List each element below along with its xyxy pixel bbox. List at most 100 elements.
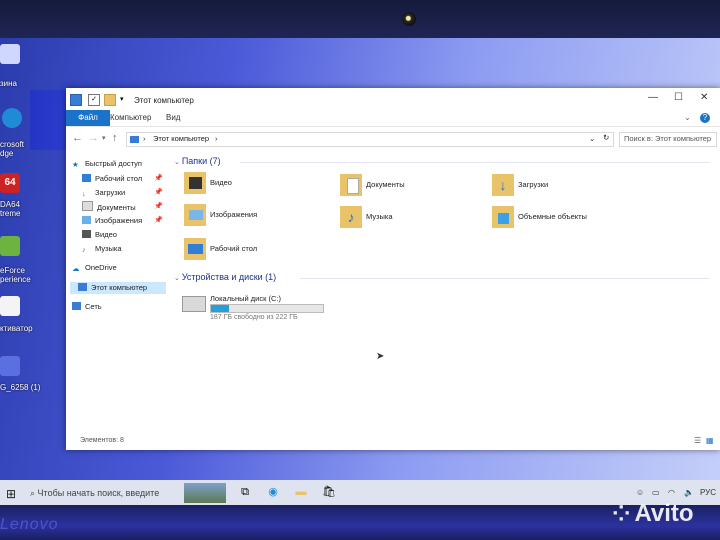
breadcrumb[interactable]: Этот компьютер xyxy=(153,134,209,143)
desktop-icon-label: G_6258 (1) xyxy=(0,383,41,392)
help-icon[interactable]: ? xyxy=(700,113,710,123)
taskbar-search-input[interactable]: ⌕ Чтобы начать поиск, введите xyxy=(30,483,180,503)
folder-3d-objects[interactable]: Объемные объекты xyxy=(492,206,642,236)
folder-video[interactable]: Видео xyxy=(184,172,334,202)
download-icon: ↓ xyxy=(82,189,86,198)
sidebar-item-quick-access[interactable]: ★ Быстрый доступ xyxy=(72,158,142,170)
up-arrow-icon[interactable]: ↑ xyxy=(112,132,118,144)
search-input[interactable]: Поиск в: Этот компьютер xyxy=(619,132,717,147)
avito-dots-icon: ⁘ xyxy=(612,501,631,526)
window-title: Этот компьютер xyxy=(134,96,194,105)
laptop-brand-logo: Lenovo xyxy=(0,516,59,533)
file-icon[interactable] xyxy=(0,296,20,316)
sidebar-item-network[interactable]: Сеть xyxy=(72,301,102,313)
desktop-icon-label: DA64 treme xyxy=(0,200,21,218)
volume-icon[interactable]: 🔈 xyxy=(684,488,694,497)
sidebar-item-onedrive[interactable]: ☁ OneDrive xyxy=(72,262,117,274)
cloud-icon: ☁ xyxy=(72,264,80,273)
sidebar-item-desktop[interactable]: Рабочий стол xyxy=(82,173,142,185)
folder-desktop[interactable]: Рабочий стол xyxy=(184,238,334,268)
details-view-icon[interactable]: ☰ xyxy=(694,436,701,445)
quick-access-dropdown-icon[interactable]: ▾ xyxy=(120,95,124,103)
sidebar-item-this-pc[interactable]: Этот компьютер xyxy=(70,282,166,294)
status-bar: Элементов: 8 xyxy=(80,437,124,444)
video-icon xyxy=(82,230,91,238)
folder-documents[interactable]: Документы xyxy=(340,174,490,204)
desktop-icon-label: crosoft dge xyxy=(0,140,25,158)
close-button[interactable]: ✕ xyxy=(700,92,708,103)
pin-icon[interactable]: 📌 xyxy=(154,174,163,182)
desktop-folder-icon xyxy=(184,238,206,260)
chevron-down-icon[interactable]: ⌄ xyxy=(174,275,182,282)
network-icon xyxy=(72,302,81,310)
address-row: ← → ▾ ↑ › Этот компьютер › ⌄ ↻ Поиск в: … xyxy=(66,128,720,148)
wifi-icon[interactable]: ◠ xyxy=(668,488,675,497)
devices-group-header[interactable]: ⌄ Устройства и диски (1) xyxy=(174,272,276,282)
tab-computer[interactable]: Компьютер xyxy=(102,110,159,126)
search-icon: ⌕ xyxy=(30,488,38,498)
tray-people-icon[interactable]: ☺ xyxy=(636,488,644,497)
pictures-folder-icon xyxy=(184,204,206,226)
file-explorer-icon[interactable]: ▬ xyxy=(294,485,308,499)
language-indicator[interactable]: РУС xyxy=(700,488,716,497)
computer-icon xyxy=(70,94,82,106)
forward-arrow-icon[interactable]: → xyxy=(88,132,99,144)
search-highlight-image xyxy=(184,483,226,503)
navigation-pane: ★ Быстрый доступ Рабочий стол 📌 ↓ Загрузки… xyxy=(66,154,170,424)
webcam-icon xyxy=(402,12,416,26)
sidebar-item-music[interactable]: ♪ Музыка xyxy=(82,243,122,255)
sidebar-item-documents[interactable]: Документы xyxy=(82,201,136,213)
hard-drive-icon xyxy=(182,296,206,312)
drive-usage-bar xyxy=(210,304,324,313)
folder-music[interactable]: ♪ Музыка xyxy=(340,206,490,236)
content-area: ⌄ Папки (7) Видео Документы ↓ Загрузки И… xyxy=(170,154,720,444)
battery-icon[interactable]: ▭ xyxy=(652,488,660,497)
folder-pictures[interactable]: Изображения xyxy=(184,204,334,234)
back-arrow-icon[interactable]: ← xyxy=(72,132,83,144)
maximize-button[interactable]: ☐ xyxy=(674,92,683,103)
video-folder-icon xyxy=(184,172,206,194)
large-icons-view-icon[interactable]: ▦ xyxy=(706,436,714,445)
recent-dropdown-icon[interactable]: ▾ xyxy=(102,134,106,142)
windows-start-icon[interactable]: ⊞ xyxy=(6,487,16,501)
documents-folder-icon xyxy=(340,174,362,196)
store-icon[interactable]: 🛍 xyxy=(322,485,336,499)
refresh-icon[interactable]: ↻ xyxy=(603,133,609,142)
sidebar-item-video[interactable]: Видео xyxy=(82,229,117,241)
new-folder-icon[interactable] xyxy=(104,94,116,106)
address-bar[interactable]: › Этот компьютер › ⌄ ↻ xyxy=(126,132,614,147)
geforce-icon[interactable] xyxy=(0,236,20,256)
chevron-down-icon[interactable]: ⌄ xyxy=(174,159,182,166)
pin-icon[interactable]: 📌 xyxy=(154,202,163,210)
task-view-icon[interactable]: ⧉ xyxy=(238,485,252,499)
minimize-button[interactable]: — xyxy=(648,92,658,103)
explorer-window: ✓ ▾ Этот компьютер — ☐ ✕ Файл Компьютер … xyxy=(66,88,720,450)
tab-view[interactable]: Вид xyxy=(158,110,188,126)
breadcrumb-chevron-icon[interactable]: › xyxy=(215,134,218,143)
edge-icon[interactable] xyxy=(2,108,22,128)
file-icon[interactable] xyxy=(0,356,20,376)
picture-icon xyxy=(82,216,91,224)
folder-downloads[interactable]: ↓ Загрузки xyxy=(492,174,642,204)
music-folder-icon: ♪ xyxy=(340,206,362,228)
computer-icon xyxy=(78,283,87,291)
computer-icon xyxy=(130,136,139,143)
recycle-bin-icon[interactable] xyxy=(0,44,20,64)
sidebar-item-downloads[interactable]: ↓ Загрузки xyxy=(82,187,125,199)
pin-icon[interactable]: 📌 xyxy=(154,216,163,224)
star-icon: ★ xyxy=(72,160,79,169)
edge-icon[interactable]: ◉ xyxy=(266,485,280,499)
breadcrumb-chevron-icon[interactable]: › xyxy=(143,134,146,143)
divider xyxy=(240,162,710,163)
drive-c[interactable]: Локальный диск (C:) 187 ГБ свободно из 2… xyxy=(182,294,342,324)
aida64-icon[interactable]: 64 xyxy=(0,173,20,193)
folders-group-header[interactable]: ⌄ Папки (7) xyxy=(174,156,221,166)
desktop-icon-label: eForce perience xyxy=(0,266,31,284)
address-dropdown-icon[interactable]: ⌄ xyxy=(589,134,595,143)
pin-icon[interactable]: 📌 xyxy=(154,188,163,196)
properties-icon[interactable]: ✓ xyxy=(88,94,100,106)
search-placeholder: Поиск в: Этот компьютер xyxy=(624,134,712,143)
expand-ribbon-icon[interactable]: ⌄ xyxy=(684,113,691,122)
mouse-cursor-icon: ➤ xyxy=(376,351,385,362)
sidebar-item-pictures[interactable]: Изображения xyxy=(82,215,142,227)
